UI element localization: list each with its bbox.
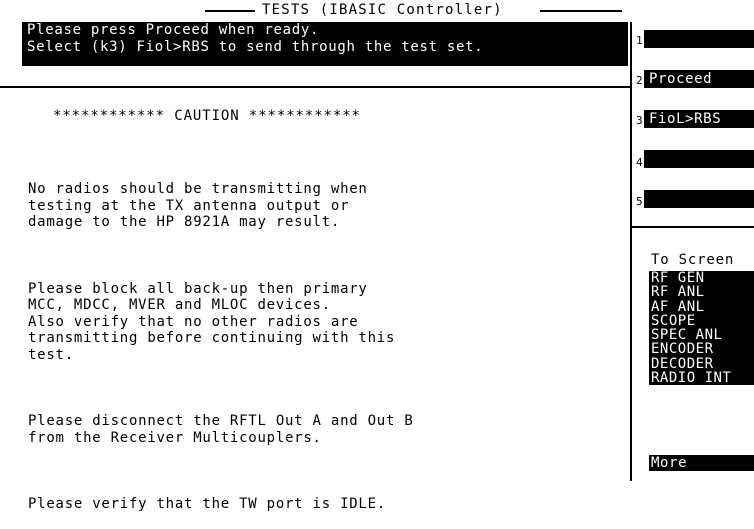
page-title: TESTS (IBASIC Controller) [262, 2, 503, 18]
softkey-1[interactable]: 1 [632, 30, 754, 70]
to-screen-menu: RF GEN RF ANL AF ANL SCOPE SPEC ANL ENCO… [649, 271, 754, 385]
content-top-divider [0, 86, 632, 88]
softkey-number: 1 [636, 34, 643, 47]
to-screen-label: To Screen [651, 252, 735, 268]
paragraph-verify-tw-port: Please verify that the TW port is IDLE. [28, 496, 386, 512]
screen-item-encoder[interactable]: ENCODER [649, 342, 754, 357]
title-rule-left [205, 10, 255, 12]
softkey-5[interactable]: 5 [632, 190, 754, 230]
softkey-4[interactable]: 4 [632, 150, 754, 190]
proceed-button[interactable]: Proceed [644, 70, 754, 88]
softkey-3-fiol-rbs[interactable]: 3 FioL>RBS [632, 110, 754, 150]
message-line-2: Select (k3) Fiol>RBS to send through the… [27, 39, 484, 55]
more-button[interactable]: More [649, 455, 754, 471]
screen-item-radio-int[interactable]: RADIO INT [649, 371, 754, 386]
paragraph-block-devices: Please block all back-up then primary MC… [28, 280, 396, 363]
instruction-text: No radios should be transmitting when te… [28, 148, 414, 529]
screen-title-bar: TESTS (IBASIC Controller) [0, 0, 640, 22]
message-line-1: Please press Proceed when ready. [27, 22, 320, 38]
screen-item-scope[interactable]: SCOPE [649, 314, 754, 329]
softkey-number: 3 [636, 114, 643, 127]
caution-heading: ************ CAUTION ************ [53, 108, 361, 124]
paragraph-disconnect-rftl: Please disconnect the RFTL Out A and Out… [28, 413, 414, 446]
softkey-number: 5 [636, 195, 643, 208]
screen-item-spec-anl[interactable]: SPEC ANL [649, 328, 754, 343]
screen-item-decoder[interactable]: DECODER [649, 356, 754, 371]
softkey-label [644, 190, 754, 208]
message-bar: Please press Proceed when ready. Select … [22, 22, 628, 66]
screen-item-rf-gen[interactable]: RF GEN [649, 271, 754, 286]
softkey-number: 4 [636, 156, 643, 169]
title-rule-right [540, 10, 622, 12]
screen-item-rf-anl[interactable]: RF ANL [649, 285, 754, 300]
paragraph-transmit-warning: No radios should be transmitting when te… [28, 181, 368, 230]
softkey-number: 2 [636, 74, 643, 87]
softkey-label [644, 150, 754, 168]
softkey-label [644, 30, 754, 48]
fiol-rbs-button[interactable]: FioL>RBS [644, 110, 754, 128]
softkey-2-proceed[interactable]: 2 Proceed [632, 70, 754, 110]
screen-item-af-anl[interactable]: AF ANL [649, 299, 754, 314]
